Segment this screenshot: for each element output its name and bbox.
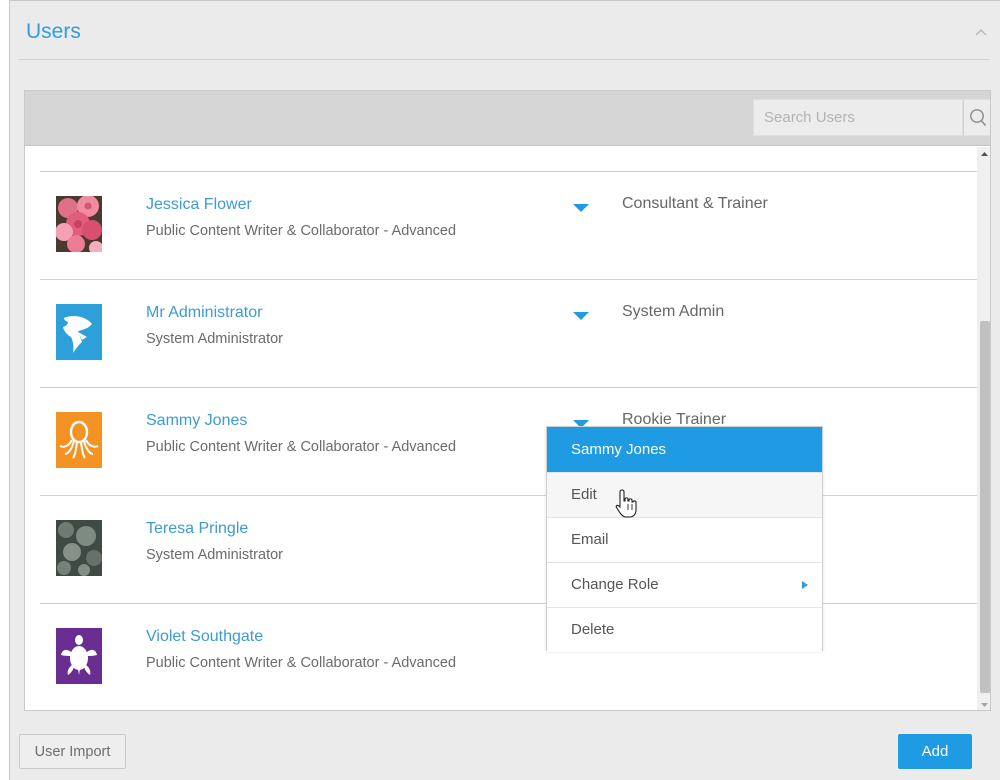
scroll-up-arrow-icon[interactable] (977, 147, 991, 162)
user-name-link[interactable]: Mr Administrator (146, 304, 262, 322)
list-toolbar (25, 91, 990, 146)
menu-item-email[interactable]: Email (547, 517, 822, 562)
user-role: Public Content Writer & Collaborator - A… (146, 655, 457, 671)
user-role: System Administrator (146, 547, 283, 563)
user-role: Public Content Writer & Collaborator - A… (146, 223, 457, 239)
flower-photo-icon (56, 196, 102, 252)
bokeh-photo-avatar[interactable] (56, 520, 102, 576)
scroll-thumb[interactable] (980, 321, 990, 693)
user-name-link[interactable]: Teresa Pringle (146, 520, 248, 538)
menu-item-change-role[interactable]: Change Role (547, 562, 822, 607)
add-user-button[interactable]: Add (898, 734, 972, 769)
title-divider (18, 59, 990, 60)
user-title: Consultant & Trainer (622, 195, 768, 212)
flower-photo-avatar[interactable] (56, 196, 102, 252)
user-row[interactable]: Jessica Flower Public Content Writer & C… (40, 171, 977, 279)
panel-title: Users (26, 20, 81, 43)
user-row[interactable]: Mr Administrator System Administrator Sy… (40, 279, 977, 387)
context-menu-header: Sammy Jones (547, 427, 822, 472)
list-scrollbar[interactable] (977, 147, 991, 711)
chevron-up-icon[interactable] (974, 27, 988, 37)
user-role: System Administrator (146, 331, 283, 347)
bokeh-photo-icon (56, 520, 102, 576)
search-icon (969, 108, 986, 126)
menu-item-edit[interactable]: Edit (547, 472, 822, 517)
user-title: System Admin (622, 303, 725, 320)
user-name-link[interactable]: Jessica Flower (146, 196, 252, 214)
scroll-down-arrow-icon[interactable] (977, 697, 991, 711)
chevron-right-icon (802, 581, 808, 589)
user-name-link[interactable]: Sammy Jones (146, 412, 247, 430)
user-list-box: Jessica Flower Public Content Writer & C… (24, 90, 991, 711)
user-row[interactable]: Violet Southgate Public Content Writer &… (40, 603, 977, 710)
caret-down-icon[interactable] (573, 311, 589, 321)
user-name-link[interactable]: Violet Southgate (146, 628, 263, 646)
menu-item-label: Change Role (571, 576, 659, 593)
shark-icon (56, 304, 102, 360)
turtle-icon (56, 628, 102, 684)
menu-item-delete[interactable]: Delete (547, 607, 822, 652)
users-panel: Users Search Users Jessica Flower Public… (9, 0, 1000, 780)
turtle-avatar[interactable] (56, 628, 102, 684)
octopus-icon (56, 412, 102, 468)
search-button[interactable] (963, 99, 990, 136)
user-import-button[interactable]: User Import (19, 734, 126, 769)
octopus-avatar[interactable] (56, 412, 102, 468)
user-context-menu: Sammy Jones Edit Email Change Role Delet… (546, 426, 823, 652)
caret-down-icon[interactable] (573, 203, 589, 213)
user-role: Public Content Writer & Collaborator - A… (146, 439, 457, 455)
user-row[interactable]: Teresa Pringle System Administrator (40, 495, 977, 603)
user-row[interactable]: Sammy Jones Public Content Writer & Coll… (40, 387, 977, 495)
shark-avatar[interactable] (56, 304, 102, 360)
search-input[interactable] (753, 99, 963, 136)
